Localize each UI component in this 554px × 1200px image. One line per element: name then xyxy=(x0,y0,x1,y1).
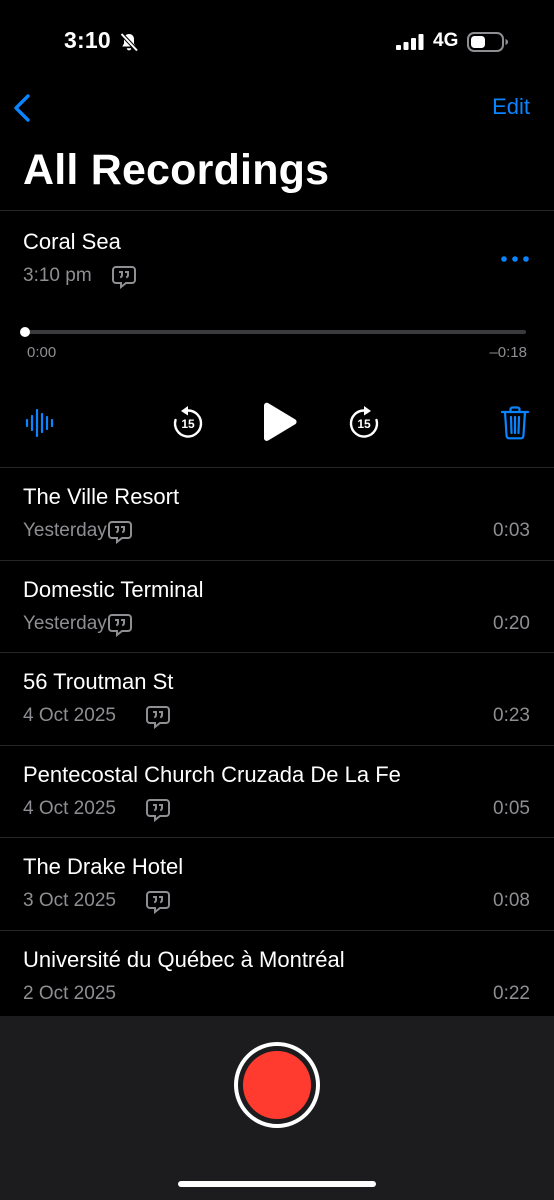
chevron-left-icon xyxy=(14,94,30,122)
page-title: All Recordings xyxy=(23,146,330,194)
play-icon xyxy=(264,402,297,441)
expanded-recording: Coral Sea 3:10 pm 0:00 –0:18 15 15 xyxy=(0,211,554,467)
trash-icon xyxy=(500,406,530,440)
waveform-icon xyxy=(25,408,54,438)
recording-duration: 0:03 xyxy=(493,520,530,541)
recording-duration: 0:08 xyxy=(493,890,530,912)
playback-scrubber[interactable] xyxy=(26,330,526,334)
network-label: 4G xyxy=(433,30,459,51)
transcript-icon[interactable] xyxy=(111,265,137,289)
recording-title: The Ville Resort xyxy=(23,484,180,509)
recording-title: The Drake Hotel xyxy=(23,854,184,880)
bell-slash-icon xyxy=(120,32,139,52)
recording-date: 2 Oct 2025 xyxy=(23,982,116,1004)
recording-row[interactable]: Université du Québec à Montréal 2 Oct 202… xyxy=(0,929,554,1023)
transcript-icon[interactable] xyxy=(107,520,133,544)
transcript-icon[interactable] xyxy=(145,798,171,822)
recording-duration: 0:22 xyxy=(493,982,530,1004)
svg-text:15: 15 xyxy=(181,417,195,431)
skip-back-15-icon: 15 xyxy=(173,406,203,438)
recording-title: Pentecostal Church Cruzada De La Fe xyxy=(23,761,401,787)
recording-duration: 0:20 xyxy=(493,612,530,634)
record-icon xyxy=(243,1051,311,1119)
bottom-toolbar xyxy=(0,1016,554,1200)
recording-title: 56 Troutman St xyxy=(23,669,174,695)
skip-forward-15-button[interactable]: 15 xyxy=(346,405,382,441)
scrubber-knob[interactable] xyxy=(20,327,30,337)
recordings-list: The Ville Resort Yesterday 0:03 Domestic Te… xyxy=(0,467,554,1023)
recording-row[interactable]: Domestic Terminal Yesterday 0:20 xyxy=(0,559,554,653)
status-bar: 3:10 4G xyxy=(0,0,554,84)
recording-date: 3 Oct 2025 xyxy=(23,890,116,912)
recording-row[interactable]: 56 Troutman St 4 Oct 2025 0:23 xyxy=(0,652,554,745)
status-time: 3:10 xyxy=(64,27,111,53)
recording-row[interactable]: The Drake Hotel 3 Oct 2025 0:08 xyxy=(0,837,554,930)
svg-text:15: 15 xyxy=(357,417,371,431)
play-button[interactable] xyxy=(259,401,299,445)
more-button[interactable] xyxy=(500,247,530,271)
remaining-time: –0:18 xyxy=(489,344,527,361)
transcript-icon[interactable] xyxy=(145,705,171,730)
delete-button[interactable] xyxy=(500,405,530,441)
recording-date: 4 Oct 2025 xyxy=(23,705,116,727)
edit-button[interactable]: Edit xyxy=(492,94,530,120)
transcript-icon[interactable] xyxy=(145,890,171,915)
signal-icon xyxy=(396,34,424,50)
transcript-icon[interactable] xyxy=(107,613,133,637)
recording-row[interactable]: The Ville Resort Yesterday 0:03 xyxy=(0,467,554,560)
skip-forward-15-icon: 15 xyxy=(349,406,379,438)
recording-date: Yesterday xyxy=(23,612,107,634)
waveform-button[interactable] xyxy=(24,408,56,438)
home-indicator[interactable] xyxy=(178,1181,376,1187)
recording-date: Yesterday xyxy=(23,520,107,541)
recording-date: 4 Oct 2025 xyxy=(23,797,116,819)
recording-duration: 0:23 xyxy=(493,705,530,727)
skip-back-15-button[interactable]: 15 xyxy=(170,405,206,441)
recording-row[interactable]: Pentecostal Church Cruzada De La Fe 4 Oct… xyxy=(0,744,554,838)
record-button[interactable] xyxy=(234,1042,320,1128)
recording-title: Domestic Terminal xyxy=(23,576,204,602)
recording-time: 3:10 pm xyxy=(23,265,92,286)
back-button[interactable] xyxy=(8,88,40,128)
recording-title[interactable]: Coral Sea xyxy=(23,229,121,255)
recording-duration: 0:05 xyxy=(493,797,530,819)
recording-title: Université du Québec à Montréal xyxy=(23,946,345,972)
more-icon xyxy=(501,256,529,262)
battery-icon xyxy=(467,32,508,52)
elapsed-time: 0:00 xyxy=(27,344,57,361)
